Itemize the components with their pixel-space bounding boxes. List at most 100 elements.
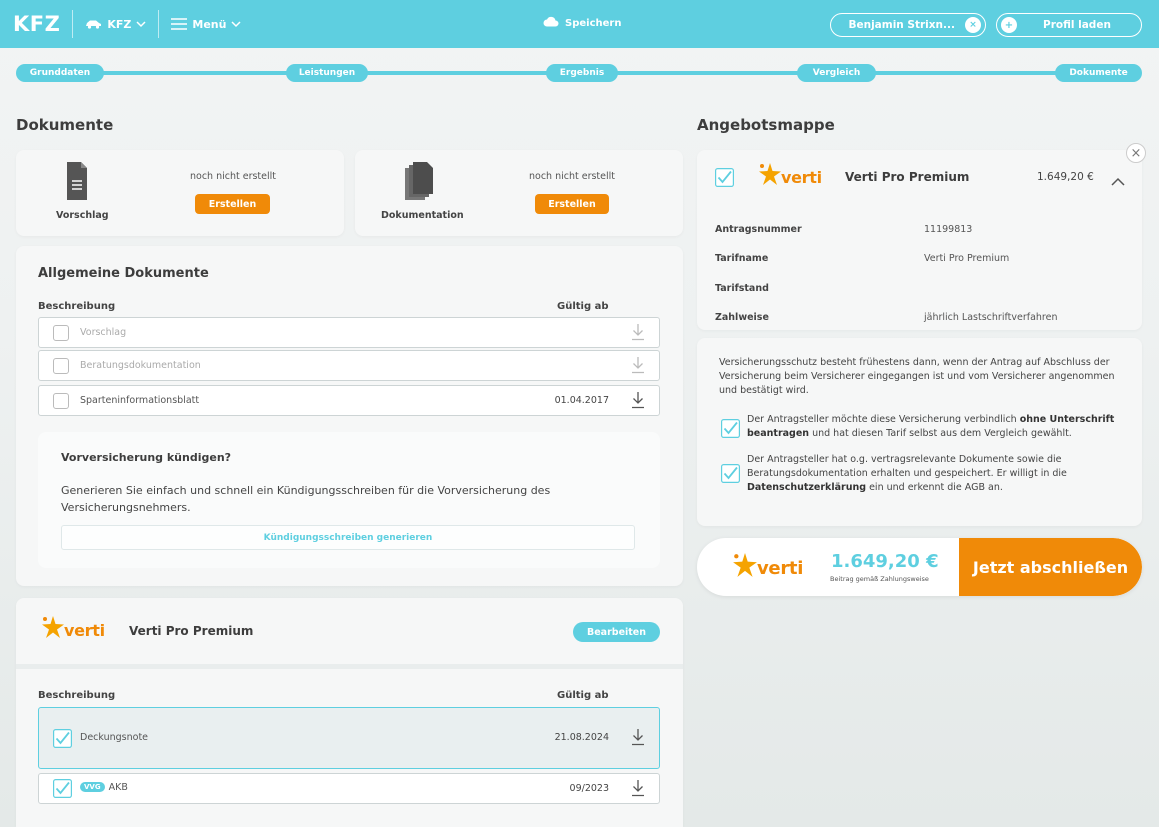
verti-logo-text: verti: [781, 168, 822, 187]
consent-text-privacy: Der Antragsteller hat o.g. vertragsrelev…: [747, 453, 1122, 495]
checkbox-checked[interactable]: [53, 729, 72, 748]
download-icon[interactable]: [631, 323, 645, 344]
download-icon[interactable]: [631, 728, 645, 749]
checkbox-checked[interactable]: [53, 779, 72, 798]
offer-price: 1.649,20 €: [1037, 171, 1094, 183]
consent-text-part: Der Antragsteller möchte diese Versicher…: [747, 414, 1020, 425]
verti-logo: verti: [759, 163, 822, 187]
row-checkbox[interactable]: [53, 325, 69, 341]
row-label: Vorschlag: [80, 327, 127, 338]
row-checkbox[interactable]: [53, 393, 69, 409]
menu-dropdown-label: Menü: [192, 17, 227, 31]
car-icon: [85, 19, 102, 29]
checkout-bar: verti 1.649,20 € Beitrag gemäß Zahlungsw…: [697, 538, 1142, 596]
detail-value: 11199813: [924, 224, 973, 235]
privacy-policy-link[interactable]: Datenschutzerklärung: [747, 482, 866, 493]
row-date: 09/2023: [569, 783, 609, 794]
app-brand: KFZ: [13, 12, 61, 36]
detail-key: Tarifstand: [715, 283, 769, 294]
table-row: Vorschlag: [38, 317, 660, 348]
column-valid-from: Gültig ab: [557, 690, 609, 701]
clear-user-icon[interactable]: ×: [965, 17, 981, 33]
tariff-name: Verti Pro Premium: [129, 624, 254, 638]
checkout-price: 1.649,20 €: [831, 551, 939, 572]
table-row: Sparteninformationsblatt 01.04.2017: [38, 385, 660, 416]
general-documents-card: Allgemeine Dokumente Beschreibung Gültig…: [16, 246, 683, 586]
offer-folder-heading: Angebotsmappe: [697, 116, 835, 134]
detail-value: jährlich Lastschriftverfahren: [924, 312, 1058, 323]
documentation-card: Dokumentation noch nicht erstellt Erstel…: [355, 150, 683, 236]
detail-key: Antragsnummer: [715, 224, 802, 235]
checkbox-checked[interactable]: [715, 168, 734, 187]
row-label: Sparteninformationsblatt: [80, 395, 200, 406]
step-dokumente[interactable]: Dokumente: [1055, 64, 1142, 82]
download-icon[interactable]: [631, 391, 645, 412]
progress-steps: Grunddaten Leistungen Ergebnis Vergleich…: [0, 62, 1159, 84]
save-button[interactable]: Speichern: [543, 16, 621, 30]
chevron-up-icon[interactable]: [1111, 176, 1125, 189]
verti-star-icon: [42, 616, 64, 638]
user-name: Benjamin Strixn...: [848, 19, 955, 31]
row-label-wrap: VVG AKB: [80, 782, 128, 793]
divider: [158, 10, 160, 38]
chevron-down-icon: [136, 20, 146, 28]
document-icon: [67, 162, 87, 203]
cancel-text: Generieren Sie einfach und schnell ein K…: [61, 484, 551, 514]
verti-star-icon: [759, 163, 781, 185]
step-grunddaten[interactable]: Grunddaten: [16, 64, 104, 82]
proposal-label: Vorschlag: [56, 210, 109, 221]
row-date: 21.08.2024: [554, 732, 609, 743]
divider: [72, 10, 74, 38]
hamburger-icon: [171, 18, 188, 30]
generate-cancellation-button[interactable]: Kündigungsschreiben generieren: [61, 525, 635, 550]
vehicle-dropdown-label: KFZ: [107, 17, 132, 31]
table-row: VVG AKB 09/2023: [38, 773, 660, 804]
general-documents-title: Allgemeine Dokumente: [38, 266, 209, 281]
cancel-title: Vorversicherung kündigen?: [61, 451, 232, 464]
consent-text-signature: Der Antragsteller möchte diese Versicher…: [747, 413, 1122, 441]
row-checkbox[interactable]: [53, 358, 69, 374]
offer-tariff-name: Verti Pro Premium: [845, 170, 970, 184]
load-profile-label: Profil laden: [1043, 19, 1111, 31]
checkout-price-label: Beitrag gemäß Zahlungsweise: [830, 575, 929, 583]
row-label: Deckungsnote: [80, 732, 149, 743]
detail-key: Zahlweise: [715, 312, 769, 323]
step-leistungen[interactable]: Leistungen: [286, 64, 368, 82]
column-description: Beschreibung: [38, 690, 116, 701]
close-offer-button[interactable]: ×: [1126, 143, 1146, 163]
step-ergebnis[interactable]: Ergebnis: [546, 64, 618, 82]
documents-stack-icon: [405, 162, 435, 203]
detail-value: Verti Pro Premium: [924, 253, 1010, 264]
column-description: Beschreibung: [38, 301, 116, 312]
download-icon[interactable]: [631, 779, 645, 800]
vvg-badge: VVG: [80, 782, 105, 792]
tariff-documents-card: verti Verti Pro Premium Bearbeiten Besch…: [16, 598, 683, 827]
plus-icon: +: [1001, 17, 1017, 33]
vehicle-dropdown[interactable]: KFZ: [85, 18, 146, 31]
cancel-prior-insurance-box: Vorversicherung kündigen? Generieren Sie…: [38, 432, 660, 568]
verti-logo: verti: [42, 616, 105, 640]
cloud-icon: [543, 16, 559, 30]
verti-logo: verti: [733, 553, 803, 579]
verti-logo-text: verti: [757, 558, 804, 579]
consent-checkbox-signature[interactable]: [721, 419, 740, 438]
user-selector[interactable]: Benjamin Strixn... ×: [830, 13, 986, 37]
load-profile-button[interactable]: + Profil laden: [996, 13, 1142, 37]
consent-card: Versicherungsschutz besteht frühestens d…: [697, 338, 1142, 526]
menu-dropdown[interactable]: Menü: [171, 18, 241, 31]
complete-contract-button[interactable]: Jetzt abschließen: [959, 538, 1142, 596]
download-icon[interactable]: [631, 356, 645, 377]
divider: [16, 664, 683, 669]
row-label: AKB: [108, 782, 128, 793]
table-row: Beratungsdokumentation: [38, 350, 660, 381]
detail-key: Tarifname: [715, 253, 769, 264]
edit-button[interactable]: Bearbeiten: [573, 622, 660, 642]
row-date: 01.04.2017: [554, 395, 609, 406]
documentation-label: Dokumentation: [381, 210, 464, 221]
create-documentation-button[interactable]: Erstellen: [535, 194, 609, 214]
verti-star-icon: [733, 553, 757, 577]
step-vergleich[interactable]: Vergleich: [797, 64, 876, 82]
consent-checkbox-privacy[interactable]: [721, 464, 740, 483]
chevron-down-icon: [231, 20, 241, 28]
create-proposal-button[interactable]: Erstellen: [195, 194, 270, 214]
